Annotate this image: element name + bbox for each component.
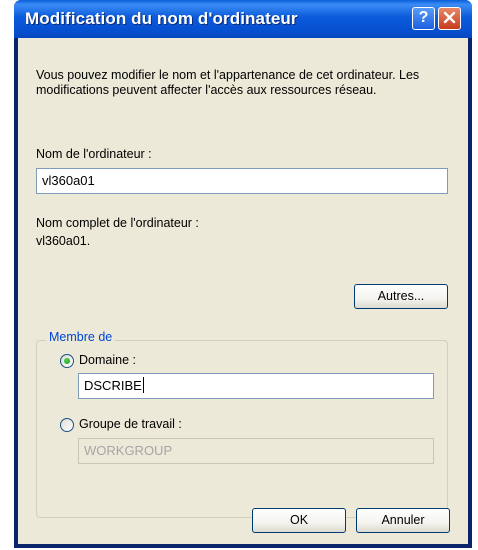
full-name-label: Nom complet de l'ordinateur :	[36, 216, 199, 230]
ok-button[interactable]: OK	[252, 508, 346, 533]
help-icon: ?	[418, 9, 429, 26]
more-button[interactable]: Autres...	[354, 284, 448, 309]
dialog-window: Modification du nom d'ordinateur ? Vous …	[14, 0, 472, 548]
help-button[interactable]: ?	[412, 7, 435, 30]
workgroup-input: WORKGROUP	[78, 438, 434, 464]
cancel-button[interactable]: Annuler	[356, 508, 450, 533]
workgroup-label[interactable]: Groupe de travail :	[79, 417, 182, 431]
close-button[interactable]	[438, 7, 461, 30]
domain-label[interactable]: Domaine :	[79, 353, 136, 367]
text-caret	[142, 377, 144, 393]
close-icon	[443, 11, 456, 24]
computer-name-value: vl360a01	[42, 173, 95, 188]
description-text: Vous pouvez modifier le nom et l'apparte…	[36, 68, 420, 97]
full-name-value: vl360a01.	[36, 234, 91, 248]
computer-name-label: Nom de l'ordinateur :	[36, 147, 152, 161]
domain-input[interactable]: DSCRIBE	[78, 373, 434, 399]
dialog-body: Vous pouvez modifier le nom et l'apparte…	[18, 38, 468, 544]
domain-value: DSCRIBE	[84, 378, 142, 393]
computer-name-input[interactable]: vl360a01	[36, 168, 448, 194]
workgroup-value: WORKGROUP	[84, 443, 173, 458]
title-bar[interactable]: Modification du nom d'ordinateur ?	[14, 0, 472, 38]
radio-selected-dot	[64, 358, 70, 364]
domain-radio[interactable]	[60, 354, 74, 368]
member-of-title: Membre de	[46, 330, 116, 344]
window-title: Modification du nom d'ordinateur	[25, 9, 298, 28]
workgroup-radio[interactable]	[60, 418, 74, 432]
